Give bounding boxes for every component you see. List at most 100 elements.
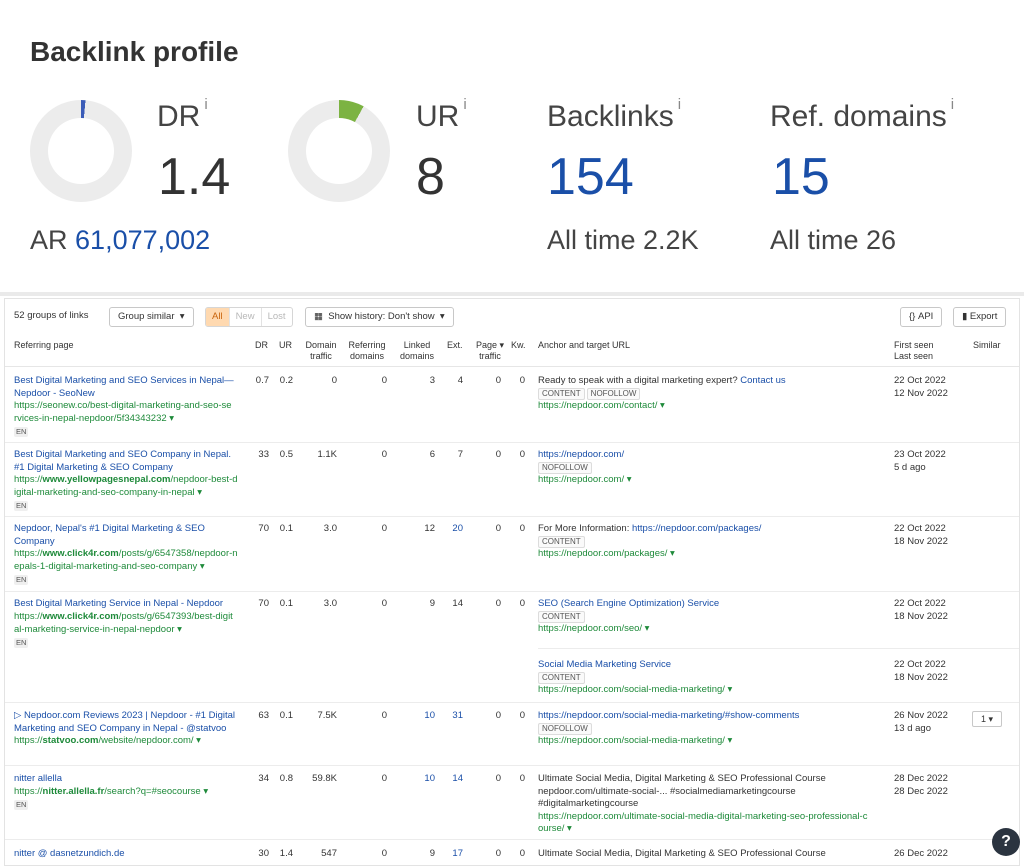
title-line: Nepdoor, Nepal's #1 Digital Marketing & …: [14, 523, 205, 534]
dr-cell: 63: [258, 710, 269, 721]
export-label: Export: [969, 311, 998, 322]
ref-domains-label[interactable]: Ref. domains i: [770, 96, 954, 134]
col-dr[interactable]: DR: [255, 340, 268, 351]
anchor-cell: For More Information: https://nepdoor.co…: [538, 523, 888, 561]
table-row: Nepdoor, Nepal's #1 Digital Marketing & …: [5, 517, 1019, 592]
col-kw[interactable]: Kw.: [511, 340, 526, 351]
referring-page-title[interactable]: nitter @ dasnetzundich.de: [14, 848, 249, 861]
ur-cell: 0.5: [279, 449, 293, 460]
target-url[interactable]: https://nepdoor.com/social-media-marketi…: [538, 735, 888, 748]
url-pre: https://: [14, 786, 43, 797]
backlinks-info-icon[interactable]: i: [678, 96, 681, 113]
col-domain-traffic[interactable]: Domain traffic: [303, 340, 339, 362]
kw-cell: 0: [519, 710, 525, 721]
export-button[interactable]: ▮ Export: [953, 307, 1007, 327]
col-linked-domains[interactable]: Linked domains: [397, 340, 437, 362]
col-ext[interactable]: Ext.: [447, 340, 463, 351]
filter-new[interactable]: New: [228, 308, 261, 326]
ur-label[interactable]: UR i: [416, 96, 467, 134]
backlinks-label[interactable]: Backlinks i: [547, 96, 681, 134]
ar-value[interactable]: 61,077,002: [75, 225, 210, 255]
group-similar-dropdown[interactable]: Group similar ▾: [109, 307, 194, 327]
lang-badge: EN: [14, 799, 29, 812]
referring-page-url[interactable]: https://www.yellowpagesnepal.com/nepdoor…: [14, 474, 249, 499]
dr-cell: 34: [258, 773, 269, 784]
anchor-link[interactable]: https://nepdoor.com/packages/: [632, 523, 761, 534]
referring-page-url[interactable]: https://www.click4r.com/posts/g/6547358/…: [14, 548, 249, 573]
refdom-cell: 0: [381, 523, 387, 534]
ext-cell[interactable]: 31: [441, 710, 463, 723]
table-row: ▷ Nepdoor.com Reviews 2023 | Nepdoor - #…: [5, 703, 1019, 766]
lang-badge-text: EN: [14, 427, 29, 437]
show-history-dropdown[interactable]: ▦ Show history: Don't show ▾: [305, 307, 454, 327]
kw-cell: 0: [519, 598, 525, 609]
col-first-seen: First seen: [894, 340, 934, 350]
ar-label: AR: [30, 225, 68, 255]
title-line: Best Digital Marketing and SEO Company i…: [14, 449, 232, 460]
backlinks-value[interactable]: 154: [547, 147, 634, 207]
target-url[interactable]: https://nepdoor.com/seo/ ▾: [538, 623, 888, 636]
url-post: /search?q=#seocourse ▾: [104, 786, 209, 797]
col-page-traffic-l1: Page ▾: [475, 340, 505, 350]
anchor-link[interactable]: Contact us: [740, 375, 785, 386]
col-similar[interactable]: Similar: [973, 340, 1001, 351]
col-referring-domains[interactable]: Referring domains: [345, 340, 389, 362]
section-divider: [0, 292, 1024, 296]
referring-page-url[interactable]: https://nitter.allella.fr/search?q=#seoc…: [14, 786, 249, 799]
referring-page-url[interactable]: https://www.click4r.com/posts/g/6547393/…: [14, 611, 249, 636]
referring-page-title[interactable]: Best Digital Marketing Service in Nepal …: [14, 598, 249, 611]
ref-domains-value[interactable]: 15: [772, 147, 830, 207]
ar-row: AR 61,077,002: [30, 225, 210, 256]
backlinks-label-text: Backlinks: [547, 100, 674, 133]
dr-cell: 70: [258, 598, 269, 609]
target-url[interactable]: https://nepdoor.com/ultimate-social-medi…: [538, 811, 888, 824]
target-url[interactable]: https://nepdoor.com/ ▾: [538, 474, 888, 487]
url-line: igital-marketing-and-seo-company-in-nepa…: [14, 486, 202, 498]
similar-dropdown[interactable]: 1 ▾: [972, 711, 1002, 727]
content-tag: CONTENT: [538, 671, 585, 684]
ur-info-icon[interactable]: i: [463, 96, 466, 113]
anchor-link[interactable]: https://nepdoor.com/social-media-marketi…: [538, 710, 888, 723]
col-page-traffic[interactable]: Page ▾ traffic: [473, 340, 507, 362]
target-url[interactable]: https://nepdoor.com/contact/ ▾: [538, 400, 888, 413]
groups-count: 52 groups of links: [14, 310, 89, 321]
referring-page-title[interactable]: Best Digital Marketing and SEO Company i…: [14, 449, 249, 474]
referring-page-title[interactable]: Nepdoor, Nepal's #1 Digital Marketing & …: [14, 523, 249, 548]
col-ur[interactable]: UR: [279, 340, 292, 351]
target-url[interactable]: https://nepdoor.com/packages/ ▾: [538, 548, 888, 561]
referring-page-title[interactable]: nitter allella: [14, 773, 249, 786]
dr-info-icon[interactable]: i: [204, 96, 207, 113]
col-domain-traffic-l1: Domain: [305, 340, 337, 350]
linked-cell[interactable]: 10: [403, 710, 435, 723]
linked-cell[interactable]: 10: [403, 773, 435, 786]
url-domain: www.click4r.com: [42, 611, 119, 622]
dr-label[interactable]: DR i: [157, 96, 208, 134]
ref-domains-info-icon[interactable]: i: [951, 96, 954, 113]
filter-all[interactable]: All: [206, 308, 229, 326]
ext-cell[interactable]: 17: [441, 848, 463, 861]
referring-page-title[interactable]: Best Digital Marketing and SEO Services …: [14, 375, 249, 400]
col-referring-page[interactable]: Referring page: [14, 340, 74, 351]
new-lost-filter[interactable]: All New Lost: [205, 307, 293, 327]
lang-badge-text: EN: [14, 638, 29, 648]
title-line: Best Digital Marketing Service in Nepal …: [14, 598, 224, 609]
anchor-text: Ultimate Social Media, Digital Marketing…: [538, 848, 826, 859]
referring-page-url[interactable]: https://seonew.co/best-digital-marketing…: [14, 400, 249, 425]
referring-page-url[interactable]: https://statvoo.com/website/nepdoor.com/…: [14, 735, 249, 748]
col-first-last[interactable]: First seen Last seen: [894, 340, 934, 362]
ext-cell[interactable]: 20: [441, 523, 463, 536]
help-icon[interactable]: ?: [992, 828, 1020, 856]
anchor-link[interactable]: Social Media Marketing Service: [538, 659, 888, 672]
target-url-cont[interactable]: ourse/ ▾: [538, 823, 888, 836]
anchor-link[interactable]: https://nepdoor.com/: [538, 449, 888, 462]
filter-lost[interactable]: Lost: [260, 308, 292, 326]
anchor-link[interactable]: SEO (Search Engine Optimization) Service: [538, 598, 888, 611]
ext-cell[interactable]: 14: [441, 773, 463, 786]
anchor-cell: SEO (Search Engine Optimization) Service…: [538, 598, 888, 636]
target-url[interactable]: https://nepdoor.com/social-media-marketi…: [538, 684, 888, 697]
api-button[interactable]: {} API: [900, 307, 943, 327]
domain-traffic-cell: 59.8K: [312, 773, 337, 784]
referring-page-title[interactable]: ▷ Nepdoor.com Reviews 2023 | Nepdoor - #…: [14, 710, 249, 735]
col-anchor[interactable]: Anchor and target URL: [538, 340, 630, 351]
first-seen: 22 Oct 2022: [894, 659, 946, 670]
